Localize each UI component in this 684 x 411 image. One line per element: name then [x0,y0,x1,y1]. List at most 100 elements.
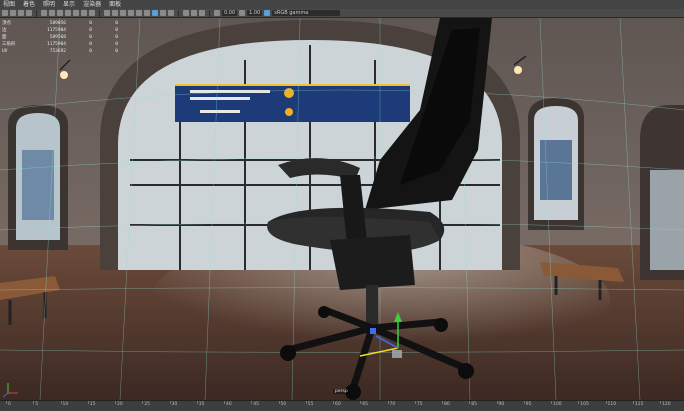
time-slider[interactable]: 0 5 10 15 20 25 30 35 40 45 50 55 60 65 70 75 80 85 90 95 10… [0,400,684,411]
timeline-tick [632,401,634,404]
hud-row: 边 1175904 0 0 [2,27,118,34]
camera-name-label: persp [333,389,350,394]
xray-joints-icon[interactable] [168,10,174,16]
hud-label: 顶点 [2,21,11,26]
maya-window: 视图 着色 照明 显示 渲染器 面板 0.00 1.00 sRGB gamma … [0,0,684,411]
depth-of-field-icon[interactable] [199,10,205,16]
toolbar-separator [99,9,100,17]
hud-value: 589056 [49,21,66,26]
timeline-tick-label: 45 [253,402,259,407]
hud-value: 589568 [49,35,66,40]
color-management-icon[interactable] [264,10,271,16]
hud-value: 753692 [49,49,66,54]
timeline-tick [169,401,171,404]
exposure-field[interactable]: 0.00 [222,10,238,16]
hud-value: 0 [89,21,92,26]
hud-row: UV 753692 0 0 [2,48,118,55]
resolution-gate-icon[interactable] [57,10,63,16]
timeline-tick-label: 5 [35,402,39,407]
menu-show[interactable]: 显示 [63,0,75,9]
menu-view[interactable]: 视图 [3,0,15,9]
ambient-occlusion-icon[interactable] [183,10,189,16]
image-plane-icon[interactable] [26,10,32,16]
hud-label: UV [2,49,8,54]
hud-value: 0 [89,35,92,40]
timeline-tick [6,401,7,404]
menu-shading[interactable]: 着色 [23,0,35,9]
timeline-tick-label: 120 [662,402,671,407]
hud-value: 0 [89,42,92,47]
timeline-tick [251,401,253,404]
xray-icon[interactable] [160,10,166,16]
timeline-tick-label: 115 [634,402,644,407]
timeline-tick [496,401,498,404]
timeline-tick [224,401,225,404]
hud-value: 0 [89,49,92,54]
timeline-tick-label: 25 [144,402,150,407]
timeline-tick [660,401,661,404]
timeline-tick-label: 100 [553,402,562,407]
timeline-tick-label: 20 [117,402,123,407]
safe-action-icon[interactable] [81,10,87,16]
timeline-tick [87,401,89,404]
hud-label: 边 [2,28,7,33]
camera-attributes-icon[interactable] [10,10,16,16]
gamma-icon[interactable] [239,10,246,16]
wireframe-on-shaded-icon[interactable] [120,10,126,16]
field-chart-icon[interactable] [73,10,79,16]
timeline-tick [115,401,116,404]
smooth-shade-icon[interactable] [112,10,118,16]
gamma-field[interactable]: 1.00 [247,10,263,16]
timeline-tick [278,401,280,404]
exposure-icon[interactable] [214,10,220,16]
hud-value: 0 [115,21,118,26]
timeline-tick [442,401,443,404]
hud-row: 面 589568 0 0 [2,34,118,41]
viewport-menu-bar: 视图 着色 照明 显示 渲染器 面板 [0,0,684,9]
timeline-tick-label: 110 [607,402,617,407]
timeline-tick [33,401,35,404]
shadows-icon[interactable] [144,10,150,16]
menu-lighting[interactable]: 照明 [43,0,55,9]
timeline-tick-label: 15 [89,402,96,407]
timeline-tick-label: 65 [362,402,368,407]
camera-select-icon[interactable] [2,10,8,16]
toolbar-separator [36,9,37,17]
lights-icon[interactable] [136,10,142,16]
antialias-icon[interactable] [191,10,197,16]
scene-render [0,17,684,405]
timeline-tick [387,401,389,404]
timeline-tick [360,401,362,404]
timeline-tick [196,401,198,404]
3d-viewport[interactable] [0,0,684,411]
menu-renderer[interactable]: 渲染器 [83,0,101,9]
toolbar-separator [178,9,179,17]
hud-value: 0 [115,42,118,47]
textured-icon[interactable] [128,10,134,16]
isolate-select-icon[interactable] [152,10,158,16]
hud-value: 1175904 [47,28,66,33]
safe-title-icon[interactable] [89,10,95,16]
timeline-tick [469,401,471,404]
timeline-tick [142,401,144,404]
timeline-tick-label: 105 [580,402,589,407]
timeline-tick-label: 30 [171,402,178,407]
menu-panels[interactable]: 面板 [109,0,121,9]
view-transform-dropdown[interactable]: sRGB gamma [272,10,341,16]
timeline-tick-label: 35 [198,402,205,407]
timeline-tick-label: 0 [8,402,11,407]
viewport-toolbar: 0.00 1.00 sRGB gamma [0,9,684,18]
timeline-tick-label: 60 [335,402,341,407]
timeline-tick [305,401,307,404]
wireframe-icon[interactable] [104,10,110,16]
timeline-tick [578,401,580,404]
gate-mask-icon[interactable] [65,10,71,16]
timeline-tick-label: 80 [444,402,450,407]
film-gate-icon[interactable] [49,10,55,16]
hud-value: 1175904 [47,42,66,47]
hud-value: 0 [115,49,118,54]
bookmark-icon[interactable] [18,10,24,16]
grid-icon[interactable] [41,10,47,16]
hud-value: 0 [115,28,118,33]
timeline-tick [333,401,334,404]
